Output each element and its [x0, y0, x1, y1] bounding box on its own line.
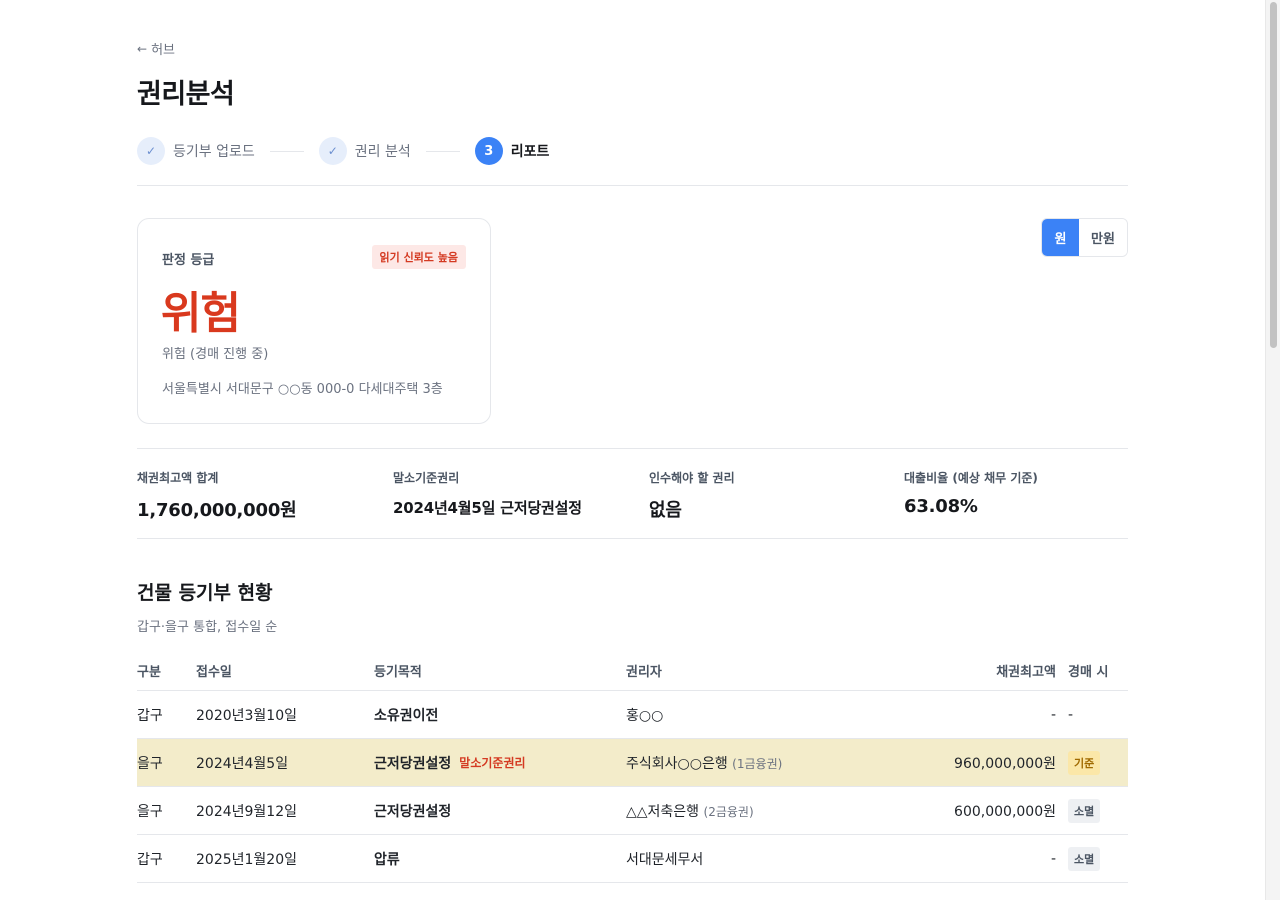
table-row: 갑구 2025년1월20일 압류 서대문세무서 - 소멸 — [137, 835, 1128, 883]
summary-item-total-claims: 채권최고액 합계 1,760,000,000원 — [137, 469, 297, 522]
property-address: 서울특별시 서대문구 ○○동 000-0 다세대주택 3층 — [162, 382, 443, 397]
cell-date: 2024년4월5일 — [196, 755, 289, 772]
summary-label: 인수해야 할 권리 — [649, 471, 735, 485]
holder-name: 주식회사○○은행 — [626, 755, 728, 772]
summary-value: 2024년4월5일 근저당권설정 — [393, 499, 582, 517]
cell-amount: - — [1050, 850, 1056, 867]
cell-date: 2024년9월12일 — [196, 803, 297, 820]
step-label: 권리 분석 — [354, 144, 411, 160]
unit-toggle: 원 만원 — [1041, 218, 1128, 257]
cell-auction: - — [1068, 706, 1074, 723]
column-header-holder: 권리자 — [626, 664, 662, 680]
column-header-purpose: 등기목적 — [374, 664, 422, 680]
grade-value: 위험 — [161, 288, 241, 339]
table-row-base-right: 을구 2024년4월5일 근저당권설정 말소기준권리 주식회사○○은행 (1금융… — [137, 739, 1128, 787]
cell-section: 을구 — [137, 755, 163, 772]
cell-purpose: 근저당권설정 말소기준권리 — [374, 753, 626, 773]
header-divider — [137, 185, 1128, 186]
cell-amount: - — [1050, 706, 1056, 723]
grade-label: 판정 등급 — [162, 253, 215, 268]
cell-purpose: 근저당권설정 — [374, 801, 626, 821]
base-right-tag: 말소기준권리 — [459, 756, 526, 770]
cell-amount: 960,000,000원 — [954, 755, 1056, 772]
step-upload: ✓ 등기부 업로드 — [137, 137, 255, 165]
auction-badge: 기준 — [1068, 750, 1101, 775]
register-table: 구분 접수일 등기목적 권리자 채권최고액 경매 시 갑구 2020년3월10일… — [137, 650, 1128, 883]
summary-bottom-divider — [137, 538, 1128, 539]
table-row: 을구 2024년9월12일 근저당권설정 △△저축은행 (2금융권) 600,0… — [137, 787, 1128, 835]
section-subtitle: 갑구·을구 통합, 접수일 순 — [137, 620, 278, 635]
summary-label: 대출비율 (예상 채무 기준) — [904, 471, 1038, 485]
cell-section: 갑구 — [137, 851, 163, 868]
holder-tier: (2금융권) — [703, 804, 754, 819]
step-label: 등기부 업로드 — [173, 144, 255, 160]
section-title: 건물 등기부 현황 — [137, 582, 273, 604]
cell-auction: 기준 — [1056, 750, 1128, 775]
scrollbar-thumb[interactable] — [1270, 2, 1277, 348]
progress-stepper: ✓ 등기부 업로드 ✓ 권리 분석 3 리포트 — [137, 137, 549, 165]
column-header-date: 접수일 — [196, 664, 232, 680]
purpose-text: 근저당권설정 — [374, 755, 452, 772]
cell-section: 갑구 — [137, 707, 163, 724]
grade-card: 판정 등급 읽기 신뢰도 높음 위험 위험 (경매 진행 중) 서울특별시 서대… — [137, 218, 491, 424]
step-connector — [269, 150, 304, 152]
cell-date: 2020년3월10일 — [196, 707, 297, 724]
summary-label: 말소기준권리 — [393, 471, 460, 485]
check-icon: ✓ — [318, 137, 347, 165]
cell-holder: △△저축은행 (2금융권) — [626, 801, 866, 821]
step-analysis: ✓ 권리 분석 — [318, 137, 411, 165]
cell-holder: 홍○○ — [626, 707, 664, 724]
page-title: 권리분석 — [137, 79, 235, 110]
summary-item-loan-ratio: 대출비율 (예상 채무 기준) 63.08% — [904, 469, 1038, 517]
summary-item-base-right: 말소기준권리 2024년4월5일 근저당권설정 — [393, 469, 582, 518]
table-row: 갑구 2020년3월10일 소유권이전 홍○○ - - — [137, 691, 1128, 739]
auction-badge: 소멸 — [1068, 798, 1101, 823]
step-connector — [425, 150, 460, 152]
unit-won-button[interactable]: 원 — [1042, 219, 1079, 256]
vertical-scrollbar[interactable] — [1265, 0, 1280, 900]
step-report: 3 리포트 — [474, 137, 550, 165]
cell-holder: 주식회사○○은행 (1금융권) — [626, 753, 866, 773]
holder-tier: (1금융권) — [732, 756, 783, 771]
cell-purpose: 소유권이전 — [374, 705, 626, 725]
step-label: 리포트 — [510, 144, 550, 160]
cell-auction: 소멸 — [1056, 846, 1128, 871]
cell-purpose: 압류 — [374, 849, 626, 869]
summary-value: 1,760,000,000원 — [137, 500, 297, 521]
grade-description: 위험 (경매 진행 중) — [162, 347, 269, 362]
column-header-amount: 채권최고액 — [996, 664, 1056, 680]
column-header-section: 구분 — [137, 664, 161, 680]
check-icon: ✓ — [137, 137, 165, 165]
summary-label: 채권최고액 합계 — [137, 471, 219, 485]
unit-manwon-button[interactable]: 만원 — [1079, 219, 1127, 256]
summary-metrics: 채권최고액 합계 1,760,000,000원 말소기준권리 2024년4월5일… — [137, 449, 1128, 539]
cell-auction: 소멸 — [1056, 798, 1128, 823]
cell-section: 을구 — [137, 803, 163, 820]
back-arrow-icon: ← — [137, 41, 148, 56]
table-header: 구분 접수일 등기목적 권리자 채권최고액 경매 시 — [137, 650, 1128, 691]
summary-value: 없음 — [649, 500, 682, 521]
back-link[interactable]: ← 허브 — [137, 39, 175, 59]
step-number: 3 — [474, 137, 503, 165]
cell-date: 2025년1월20일 — [196, 851, 297, 868]
back-link-label: 허브 — [151, 43, 175, 58]
cell-amount: 600,000,000원 — [954, 803, 1056, 820]
confidence-badge: 읽기 신뢰도 높음 — [371, 245, 466, 269]
purpose-text: 압류 — [374, 851, 400, 868]
auction-badge: 소멸 — [1068, 846, 1101, 871]
purpose-text: 소유권이전 — [374, 707, 439, 724]
purpose-text: 근저당권설정 — [374, 803, 452, 820]
column-header-auction: 경매 시 — [1068, 664, 1109, 680]
holder-name: △△저축은행 — [626, 803, 700, 820]
summary-item-assumed-rights: 인수해야 할 권리 없음 — [649, 469, 735, 522]
cell-holder: 서대문세무서 — [626, 851, 704, 868]
summary-value: 63.08% — [904, 496, 978, 517]
